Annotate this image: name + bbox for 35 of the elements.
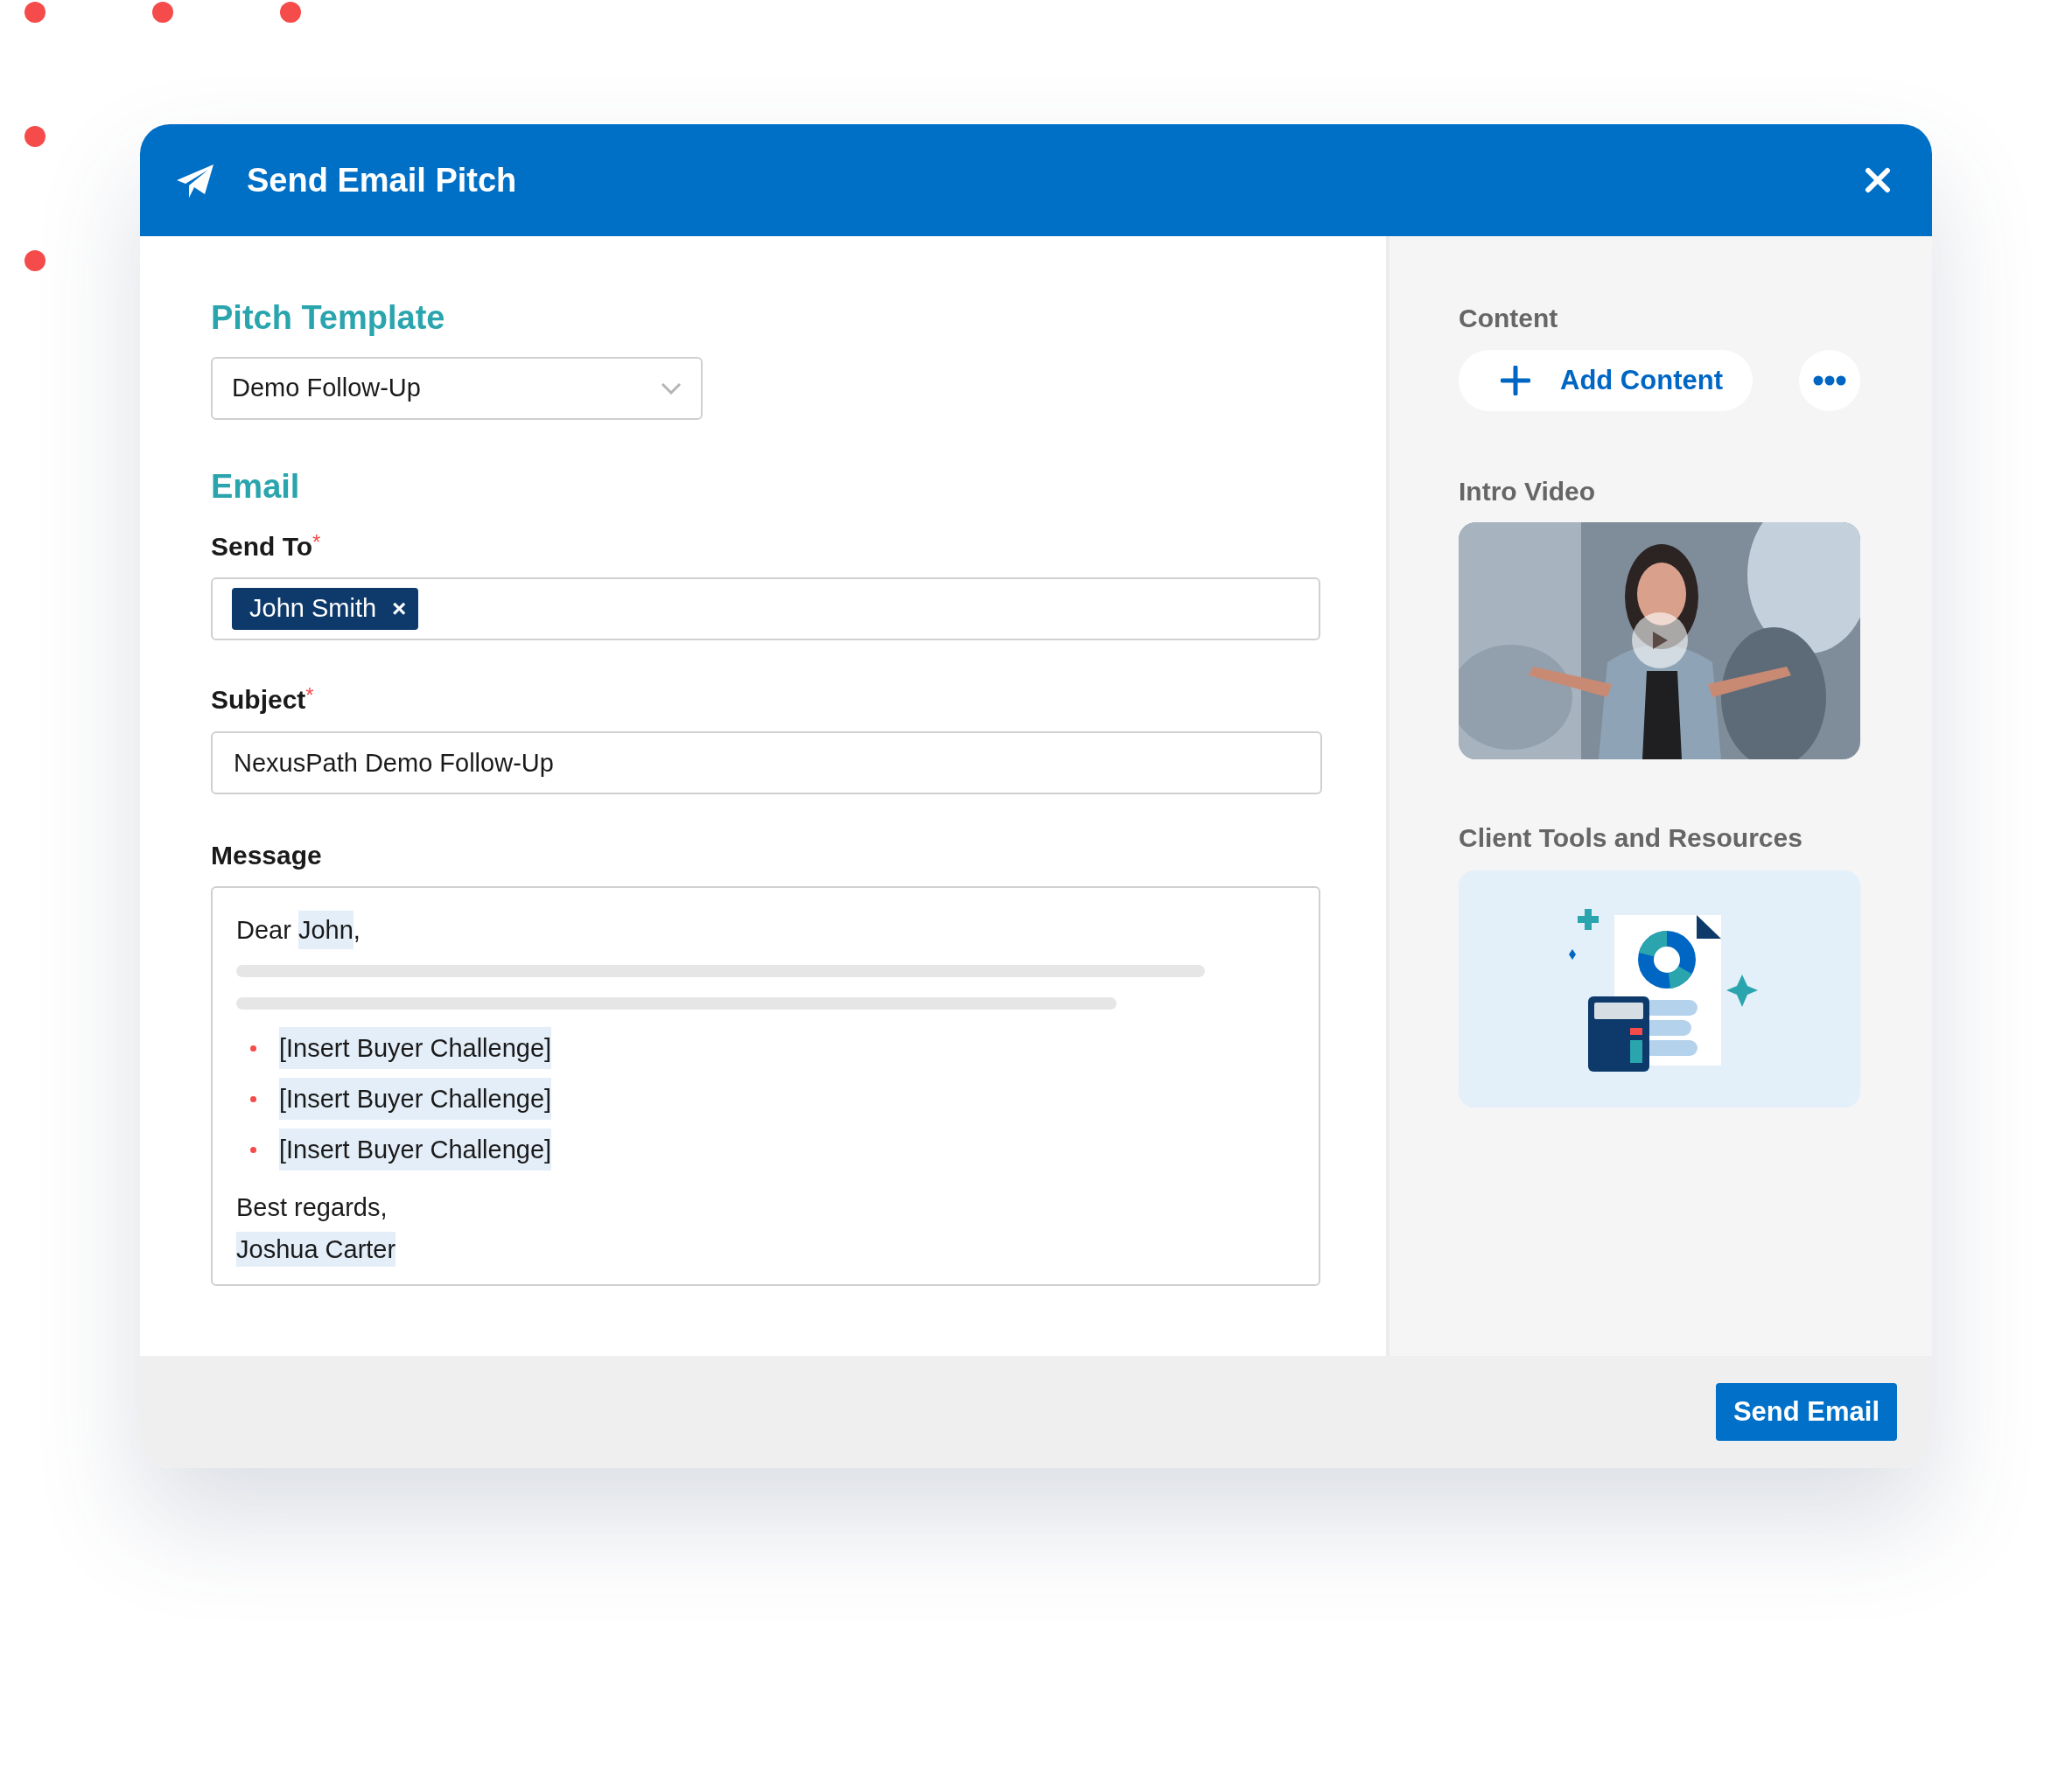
subject-field[interactable]: NexusPath Demo Follow-Up (211, 731, 1322, 794)
plus-icon (1501, 366, 1530, 395)
required-mark: * (305, 684, 314, 707)
required-mark: * (312, 531, 321, 554)
message-text: [Insert Buyer Challenge] (279, 1129, 552, 1171)
field-label: Send To (211, 531, 313, 563)
sidebar-label: Intro Video (1459, 476, 1597, 507)
close-icon (1865, 167, 1891, 193)
recipient-field[interactable]: John Smith × (211, 577, 1320, 640)
send-email-button[interactable]: Send Email (1715, 1383, 1897, 1441)
section-heading: Email (211, 467, 301, 507)
sidebar-label: Client Tools and Resources (1459, 822, 1803, 854)
window-title: Send Email Pitch (247, 160, 517, 200)
template-dropdown[interactable]: Demo Follow-Up (211, 357, 703, 420)
message-text: Dear John, (236, 911, 360, 949)
message-field[interactable]: Dear John, [Insert Buyer Challenge] [Insert Buyer Challenge] [Insert Buyer Challenge] Best regards, Joshua Carter (211, 886, 1320, 1286)
field-label: Message (211, 840, 323, 871)
message-text: [Insert Buyer Challenge] (279, 1027, 552, 1069)
section-heading: Pitch Template (211, 298, 446, 338)
add-content-button[interactable]: Add Content (1459, 350, 1753, 411)
paper-plane-icon (175, 163, 215, 198)
message-text: [Insert Buyer Challenge] (279, 1078, 552, 1120)
field-label: Subject (211, 684, 306, 716)
chevron-down-icon (661, 382, 682, 395)
bullet-icon (250, 1146, 256, 1153)
message-text: Best regards, (236, 1192, 388, 1223)
play-icon (1651, 631, 1669, 650)
play-button[interactable] (1632, 612, 1688, 668)
bullet-icon (250, 1095, 256, 1102)
bullet-icon (250, 1045, 256, 1052)
message-text: Joshua Carter (236, 1232, 396, 1267)
remove-recipient-button[interactable]: × (392, 597, 407, 621)
sidebar-label: Content (1459, 303, 1559, 334)
recipient-name: John Smith (249, 593, 377, 625)
more-icon (1813, 375, 1846, 386)
